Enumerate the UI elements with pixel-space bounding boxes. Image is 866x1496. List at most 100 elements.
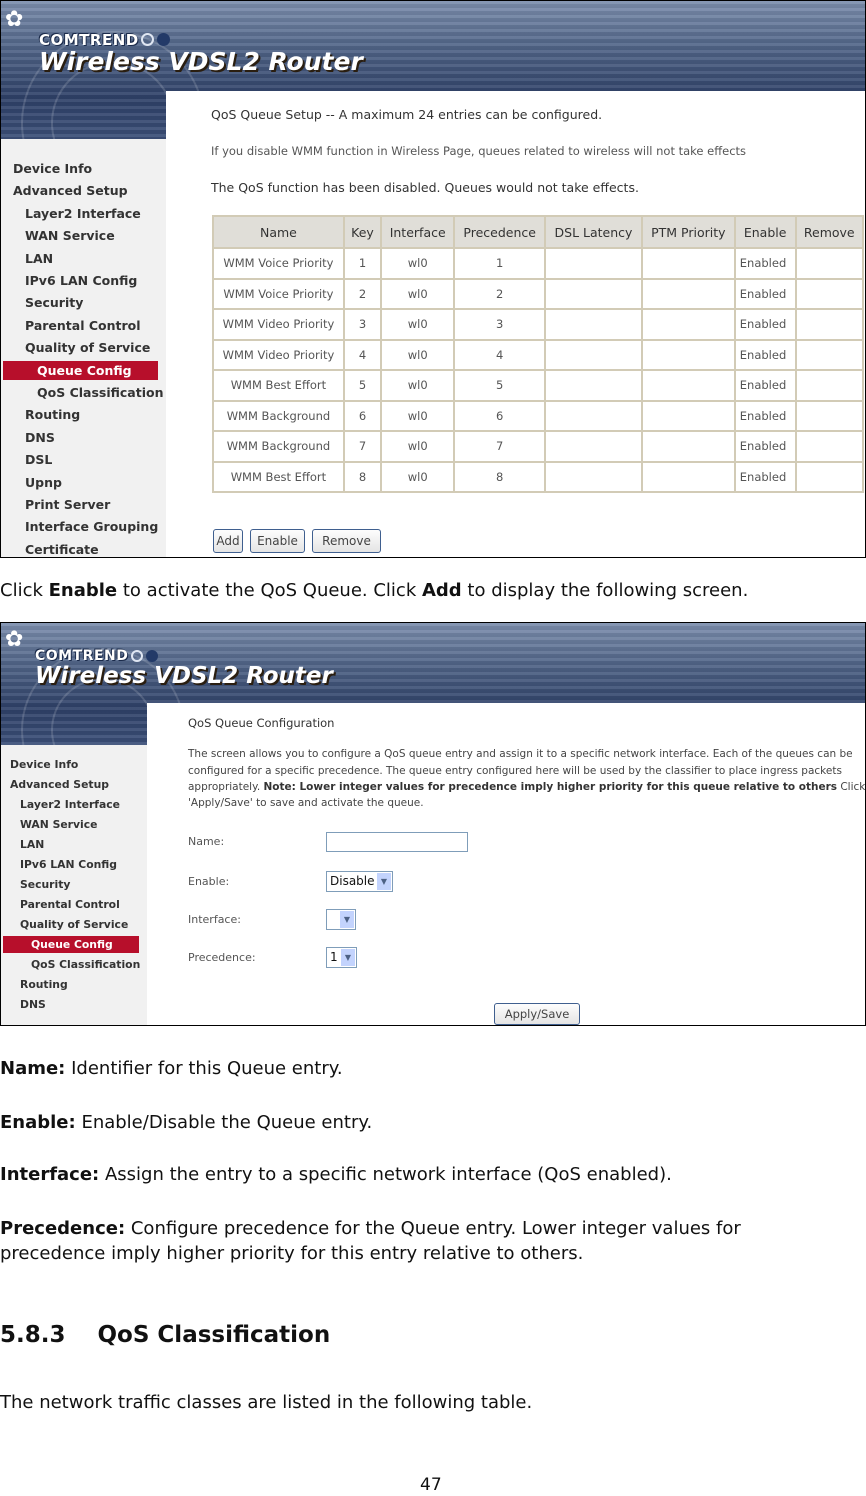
table-cell	[794, 308, 864, 341]
definition: Assign the entry to a specific network i…	[99, 1164, 672, 1185]
field-description-interface: Interface: Assign the entry to a specifi…	[0, 1164, 672, 1185]
sidebar-item-device-info[interactable]: Device Info	[10, 756, 78, 773]
qos-disabled-note: The QoS function has been disabled. Queu…	[211, 180, 639, 195]
chevron-down-icon: ▼	[340, 911, 354, 928]
sidebar-item-parental-control[interactable]: Parental Control	[25, 316, 141, 335]
table-cell: Enabled	[733, 399, 797, 432]
column-header-key: Key	[342, 215, 383, 249]
name-label: Name:	[188, 835, 225, 848]
definition: Enable/Disable the Queue entry.	[75, 1112, 373, 1133]
caption-bold-add: Add	[421, 580, 462, 601]
sidebar-item-upnp[interactable]: Upnp	[25, 473, 62, 492]
sidebar-item-queue-config[interactable]: Queue Config	[3, 936, 139, 953]
sidebar-item-quality-of-service[interactable]: Quality of Service	[20, 916, 128, 933]
sidebar-item-quality-of-service[interactable]: Quality of Service	[25, 338, 150, 357]
sidebar-item-lan[interactable]: LAN	[20, 836, 44, 853]
sidebar-item-ipv6-lan-config[interactable]: IPv6 LAN Config	[25, 271, 137, 290]
table-cell: WMM Voice Priority	[212, 247, 345, 280]
enable-select[interactable]: Disable ▼	[326, 871, 393, 892]
sidebar-item-advanced-setup[interactable]: Advanced Setup	[10, 776, 109, 793]
table-cell: 3	[342, 308, 383, 341]
table-cell: wl0	[380, 460, 456, 493]
interface-select[interactable]: ▼	[326, 909, 356, 930]
sidebar-item-ipv6-lan-config[interactable]: IPv6 LAN Config	[20, 856, 117, 873]
sidebar-item-lan[interactable]: LAN	[25, 249, 53, 268]
description-text: appropriately.	[188, 781, 264, 793]
field-description-name: Name: Identifier for this Queue entry.	[0, 1058, 343, 1079]
section-number: 5.8.3	[0, 1322, 66, 1348]
apply-save-button[interactable]: Apply/Save	[494, 1003, 580, 1025]
column-header-interface: Interface	[380, 215, 456, 249]
main-content: QoS Queue Configuration The screen allow…	[147, 703, 865, 1025]
sidebar-item-queue-config[interactable]: Queue Config	[3, 360, 158, 380]
term: Enable:	[0, 1112, 76, 1133]
sidebar-item-dsl[interactable]: DSL	[25, 450, 52, 469]
table-cell: 6	[342, 399, 383, 432]
table-cell: 4	[342, 338, 383, 371]
page-title: QoS Queue Setup -- A maximum 24 entries …	[211, 107, 603, 122]
sidebar-item-routing[interactable]: Routing	[25, 405, 80, 424]
sidebar-item-layer2-interface[interactable]: Layer2 Interface	[20, 796, 120, 813]
queue-setup-screenshot: ✿ COMTREND Wireless VDSL2 Router Device …	[0, 0, 866, 558]
sidebar-item-security[interactable]: Security	[20, 876, 70, 893]
comtrend-logo-icon: ✿	[5, 627, 24, 652]
table-cell	[640, 277, 736, 310]
remove-button[interactable]: Remove	[312, 529, 381, 553]
table-cell	[544, 369, 643, 402]
table-row: WMM Best Effort 5 wl0 5 Enabled	[212, 369, 864, 402]
sidebar-item-routing[interactable]: Routing	[20, 976, 68, 993]
table-cell	[640, 460, 736, 493]
table-cell: 8	[342, 460, 383, 493]
table-cell	[640, 369, 736, 402]
table-cell: 1	[342, 247, 383, 280]
description-note: Note: Lower integer values for precedenc…	[263, 781, 838, 793]
sidebar-item-dns[interactable]: DNS	[25, 428, 55, 447]
term: Interface:	[0, 1164, 100, 1185]
field-description-precedence: Precedence: Configure precedence for the…	[0, 1218, 741, 1239]
precedence-select[interactable]: 1 ▼	[326, 947, 357, 968]
table-row: WMM Video Priority 4 wl0 4 Enabled	[212, 338, 864, 371]
table-cell: 4	[453, 338, 547, 371]
sidebar-item-print-server[interactable]: Print Server	[25, 495, 110, 514]
sidebar-item-dns[interactable]: DNS	[20, 996, 46, 1013]
sidebar-item-wan-service[interactable]: WAN Service	[20, 816, 97, 833]
sidebar-item-device-info[interactable]: Device Info	[13, 159, 92, 178]
chevron-down-icon: ▼	[341, 949, 355, 966]
sidebar-item-layer2-interface[interactable]: Layer2 Interface	[25, 204, 141, 223]
column-header-dsl-latency: DSL Latency	[544, 215, 643, 249]
description-line: appropriately. Note: Lower integer value…	[188, 781, 865, 793]
name-input[interactable]	[326, 832, 468, 852]
table-cell: WMM Video Priority	[212, 338, 345, 371]
sidebar-item-security[interactable]: Security	[25, 293, 83, 312]
add-button[interactable]: Add	[213, 529, 243, 553]
sidebar-item-parental-control[interactable]: Parental Control	[20, 896, 120, 913]
sidebar-item-qos-classification[interactable]: QoS Classification	[37, 383, 163, 402]
precedence-label: Precedence:	[188, 951, 256, 964]
page-title: QoS Queue Configuration	[188, 716, 335, 730]
sidebar-item-wan-service[interactable]: WAN Service	[25, 226, 115, 245]
table-cell	[544, 430, 643, 463]
wmm-note: If you disable WMM function in Wireless …	[211, 144, 747, 158]
caption-text: to display the following screen.	[461, 580, 749, 601]
table-row: WMM Voice Priority 1 wl0 1 Enabled	[212, 247, 864, 280]
definition: Configure precedence for the Queue entry…	[125, 1218, 741, 1239]
column-header-name: Name	[212, 215, 345, 249]
table-cell	[544, 399, 643, 432]
queue-table: Name Key Interface Precedence DSL Latency PTM…	[212, 215, 864, 493]
sidebar-item-advanced-setup[interactable]: Advanced Setup	[13, 181, 128, 200]
interface-label: Interface:	[188, 913, 241, 926]
table-cell: wl0	[380, 430, 456, 463]
enable-button[interactable]: Enable	[250, 529, 305, 553]
table-cell: WMM Best Effort	[212, 460, 345, 493]
sidebar-item-certificate[interactable]: Certificate	[25, 540, 99, 557]
sidebar-item-interface-grouping[interactable]: Interface Grouping	[25, 517, 158, 536]
table-cell: 3	[453, 308, 547, 341]
table-cell	[794, 338, 864, 371]
sidebar-item-qos-classification[interactable]: QoS Classification	[31, 956, 140, 973]
table-cell: 7	[453, 430, 547, 463]
table-row: WMM Background 7 wl0 7 Enabled	[212, 430, 864, 463]
brand-dots	[141, 33, 170, 46]
column-header-ptm-priority: PTM Priority	[640, 215, 736, 249]
table-cell: 6	[453, 399, 547, 432]
definition: Identifier for this Queue entry.	[65, 1058, 343, 1079]
